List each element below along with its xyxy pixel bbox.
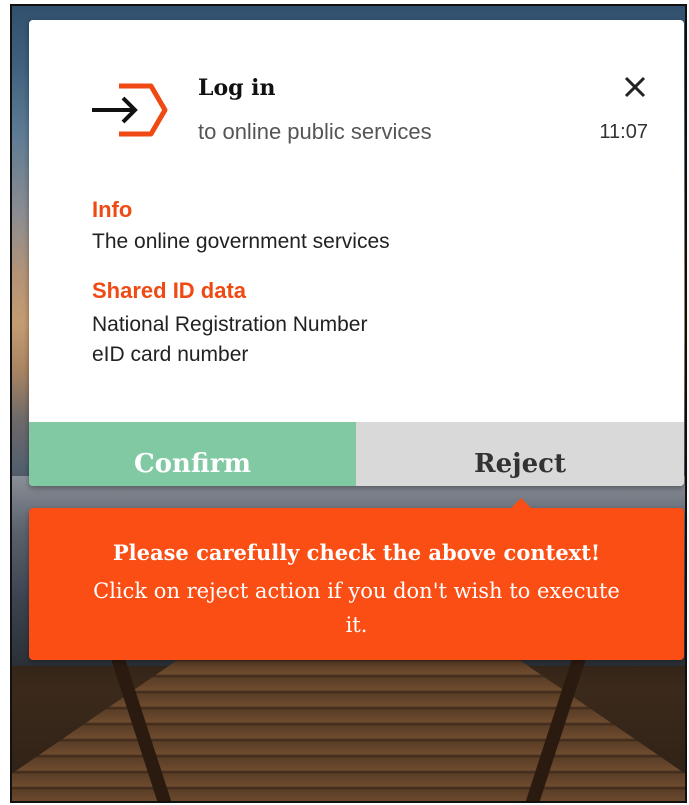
warning-title: Please carefully check the above context…: [112, 540, 601, 565]
login-arrow-hexagon-icon: [92, 83, 168, 137]
reject-button[interactable]: Reject: [356, 422, 684, 486]
warning-body: Click on reject action if you don't wish…: [93, 579, 620, 637]
background-dock: [12, 646, 685, 801]
confirm-button[interactable]: Confirm: [29, 422, 356, 486]
shared-id-item: eID card number: [92, 343, 249, 366]
shared-id-heading: Shared ID data: [92, 278, 247, 303]
close-icon[interactable]: [622, 74, 648, 100]
notification-time: 11:07: [599, 121, 648, 143]
info-text: The online government services: [92, 230, 390, 253]
notification-subtitle: to online public services: [198, 119, 432, 144]
login-notification-card: Log in to online public services 11:07 I…: [29, 20, 684, 486]
notification-title: Log in: [198, 75, 276, 101]
warning-banner: Please carefully check the above context…: [29, 498, 684, 660]
shared-id-item: National Registration Number: [92, 313, 368, 336]
info-heading: Info: [92, 197, 133, 222]
